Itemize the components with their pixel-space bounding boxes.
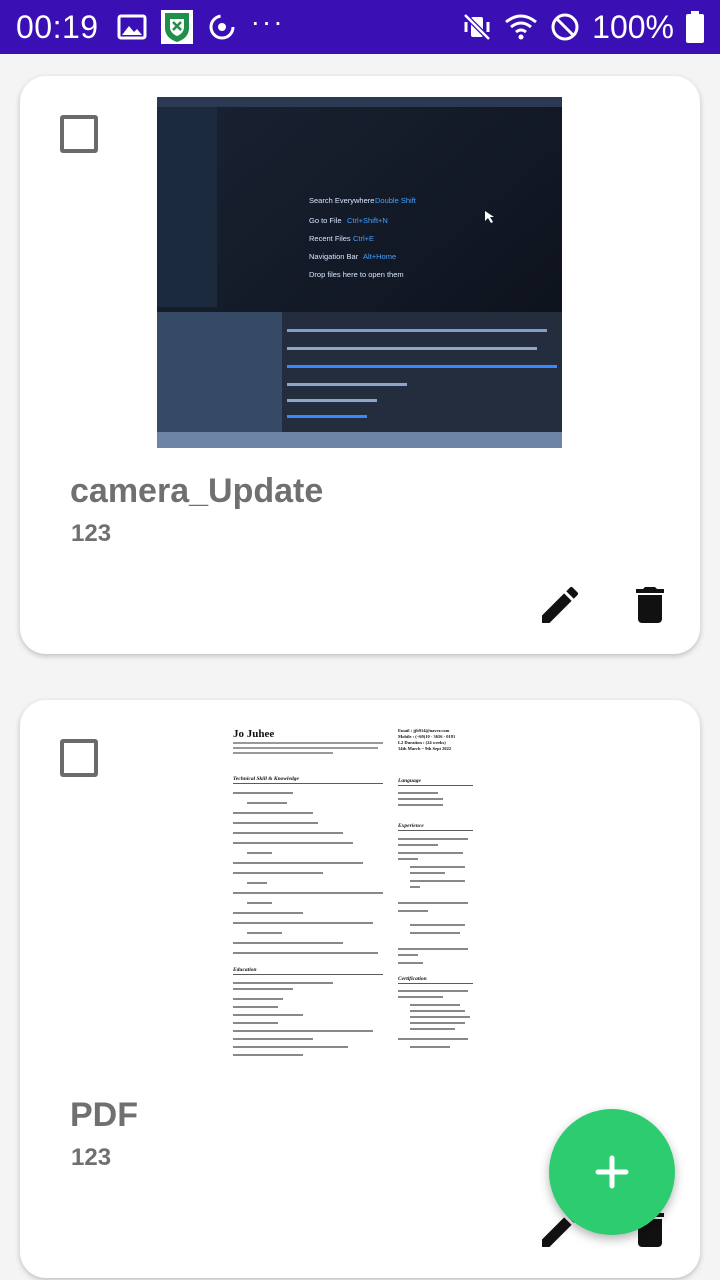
shortcut-label: Navigation Bar <box>309 252 359 261</box>
plus-icon <box>595 1155 629 1189</box>
shortcut-key: Alt+Home <box>363 252 396 261</box>
shortcut-key: Ctrl+Shift+N <box>347 216 388 225</box>
document-thumbnail[interactable]: Jo Juhee Email : jjh914@naver.com Mobile… <box>225 720 485 1060</box>
shortcut-label: Search Everywhere <box>309 196 374 205</box>
add-document-button[interactable] <box>549 1109 675 1235</box>
select-checkbox[interactable] <box>60 115 98 153</box>
resume-contact: Mobile : (+60)10 - 3656 - 0181 <box>398 734 456 739</box>
shortcut-key: Double Shift <box>375 196 417 205</box>
document-subtitle: 123 <box>71 520 112 547</box>
resume-contact: L2 Duration : (24 weeks) <box>398 740 446 745</box>
document-card[interactable]: Search Everywhere Double Shift Go to Fil… <box>20 76 700 654</box>
resume-section-heading: Certification <box>398 976 427 982</box>
battery-percent: 100% <box>592 8 674 45</box>
document-thumbnail[interactable]: Search Everywhere Double Shift Go to Fil… <box>157 97 562 448</box>
shortcut-label: Go to File <box>309 216 342 225</box>
app-shield-icon <box>160 10 193 44</box>
shortcut-key: Ctrl+E <box>353 234 374 243</box>
resume-section-heading: Technical Skill & Knowledge <box>233 776 300 782</box>
shortcut-label: Recent Files <box>309 234 351 243</box>
wifi-icon <box>505 14 538 40</box>
document-subtitle: 123 <box>71 1144 112 1171</box>
system-icons: 100% <box>462 9 704 46</box>
ide-photo-image: Search Everywhere Double Shift Go to Fil… <box>157 97 562 448</box>
select-checkbox[interactable] <box>60 739 98 777</box>
shortcut-label: Drop files here to open them <box>309 270 404 279</box>
sync-icon <box>209 14 235 40</box>
edit-button[interactable] <box>536 581 584 629</box>
status-time: 00:19 <box>16 8 99 45</box>
resume-contact: 14th March ~ 9th Sept 2022 <box>398 746 452 751</box>
battery-icon <box>686 11 704 43</box>
document-title: camera_Update <box>70 472 324 510</box>
resume-name: Jo Juhee <box>233 728 274 740</box>
resume-contact: Email : jjh914@naver.com <box>398 728 450 733</box>
resume-section-heading: Education <box>232 967 257 973</box>
resume-section-heading: Language <box>397 778 421 784</box>
resume-section-heading: Experience <box>397 823 424 829</box>
document-title: PDF <box>70 1096 138 1134</box>
delete-button[interactable] <box>626 581 674 629</box>
resume-preview-image: Jo Juhee Email : jjh914@naver.com Mobile… <box>232 728 473 1056</box>
more-notifications-icon: ··· <box>250 6 285 37</box>
pencil-icon <box>542 586 579 623</box>
trash-icon <box>636 587 664 623</box>
notification-icons: ··· <box>117 6 285 44</box>
status-bar: 00:19 ··· 100% <box>0 0 720 54</box>
do-not-disturb-icon <box>551 13 579 41</box>
vibrate-mute-icon <box>463 13 491 41</box>
gallery-icon <box>117 14 147 40</box>
